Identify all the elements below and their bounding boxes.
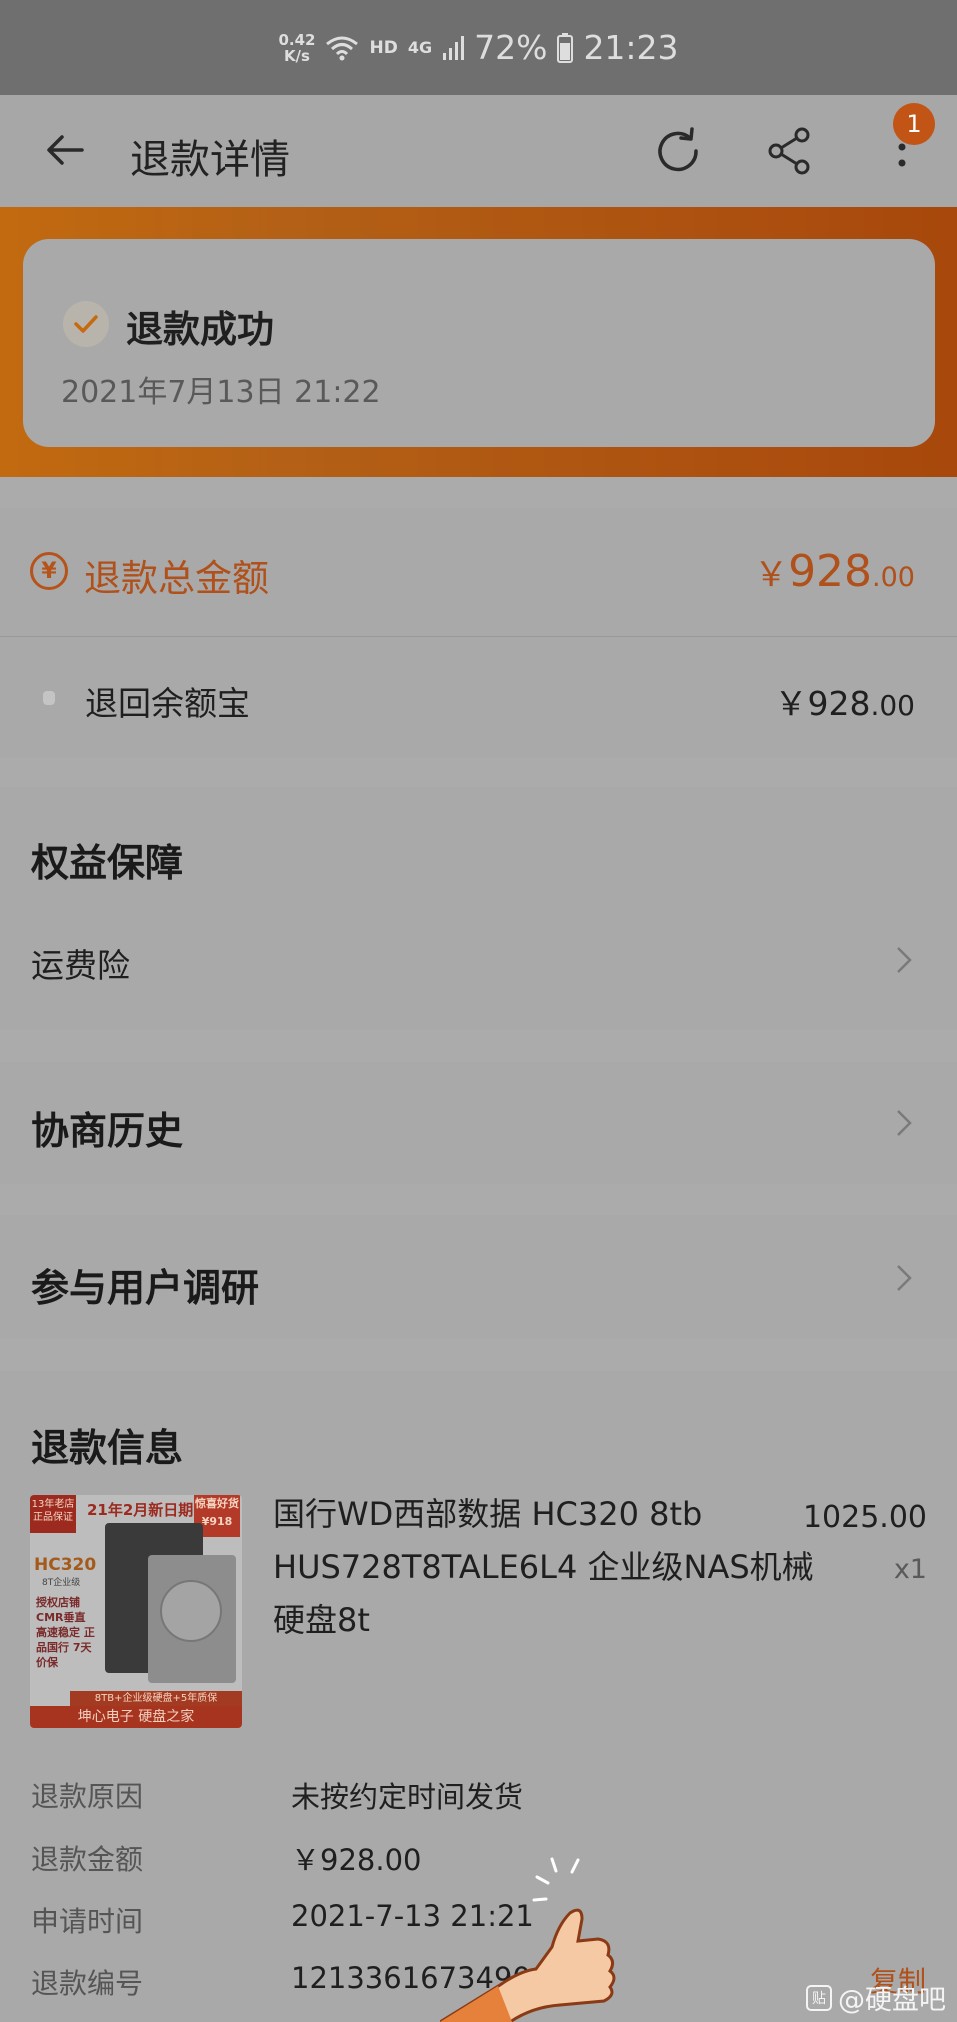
refund-total-amount: ￥928.00 <box>754 546 915 597</box>
status-card: 退款成功 2021年7月13日 21:22 <box>23 239 935 447</box>
refund-info-title: 退款信息 <box>31 1426 184 1470</box>
shipping-insurance-label: 运费险 <box>31 946 130 985</box>
bullet-dot-icon <box>43 691 55 705</box>
network-type: 4G <box>407 38 433 57</box>
apply-time-label: 申请时间 <box>31 1905 144 1938</box>
shipping-insurance-row[interactable]: 运费险 <box>0 907 957 1017</box>
status-bar: 0.42 K/s HD 4G 72% 21:23 <box>0 0 957 95</box>
user-survey-row[interactable]: 参与用户调研 <box>0 1215 957 1339</box>
product-quantity: x1 <box>893 1554 927 1585</box>
signal-icon <box>443 35 465 60</box>
chevron-right-icon <box>897 947 912 973</box>
refund-total-row: ¥ 退款总金额 ￥928.00 <box>0 508 957 636</box>
network-speed: 0.42 K/s <box>278 30 316 65</box>
refund-reason-value: 未按约定时间发货 <box>291 1780 524 1814</box>
watermark: 贴 @硬盘吧 <box>806 1978 946 2017</box>
refund-destination-row: 退回余额宝 ￥928.00 <box>0 637 957 759</box>
user-survey-title: 参与用户调研 <box>31 1266 260 1310</box>
notification-badge: 1 <box>893 103 935 145</box>
product-price: 1025.00 <box>802 1500 927 1535</box>
refund-number-label: 退款编号 <box>31 1967 144 2000</box>
benefits-section: 权益保障 运费险 <box>0 787 957 1030</box>
yen-circle-icon: ¥ <box>30 552 68 590</box>
product-title[interactable]: 国行WD西部数据 HC320 8tb HUS728T8TALE6L4 企业级NA… <box>273 1488 833 1647</box>
battery-percent: 72% <box>474 28 548 67</box>
negotiation-history-title: 协商历史 <box>31 1109 184 1153</box>
refund-amount-section: ¥ 退款总金额 ￥928.00 退回余额宝 ￥928.00 <box>0 508 957 758</box>
battery-icon <box>557 32 574 63</box>
refund-destination-label: 退回余额宝 <box>85 684 250 723</box>
status-banner: 退款成功 2021年7月13日 21:22 <box>0 207 957 477</box>
refund-reason-label: 退款原因 <box>31 1780 144 1813</box>
refund-destination-amount: ￥928.00 <box>774 684 915 723</box>
hd-indicator: HD <box>369 37 398 58</box>
refund-time: 2021年7月13日 21:22 <box>61 375 381 410</box>
chevron-right-icon <box>897 1265 912 1291</box>
page-title: 退款详情 <box>130 137 290 183</box>
benefits-title: 权益保障 <box>31 841 184 885</box>
product-image[interactable]: 13年老店 正品保证 21年2月新日期 惊喜好货 ¥918 HC320 8T企业… <box>30 1495 242 1728</box>
share-icon[interactable] <box>762 123 818 179</box>
clock: 21:23 <box>583 28 679 67</box>
nav-bar: 退款详情 <box>0 95 957 207</box>
refund-amount-value: ￥928.00 <box>291 1843 422 1877</box>
refund-amount-label: 退款金额 <box>31 1843 144 1876</box>
negotiation-history-row[interactable]: 协商历史 <box>0 1062 957 1184</box>
refund-status: 退款成功 <box>126 308 274 351</box>
refresh-icon[interactable] <box>650 123 706 179</box>
back-arrow-icon[interactable] <box>40 125 90 175</box>
chevron-right-icon <box>897 1110 912 1136</box>
thumbs-up-icon <box>440 1857 616 2022</box>
wifi-icon <box>326 36 359 60</box>
success-check-icon <box>63 301 109 347</box>
tieba-icon: 贴 <box>806 1984 832 2011</box>
refund-total-label: 退款总金额 <box>84 557 269 600</box>
